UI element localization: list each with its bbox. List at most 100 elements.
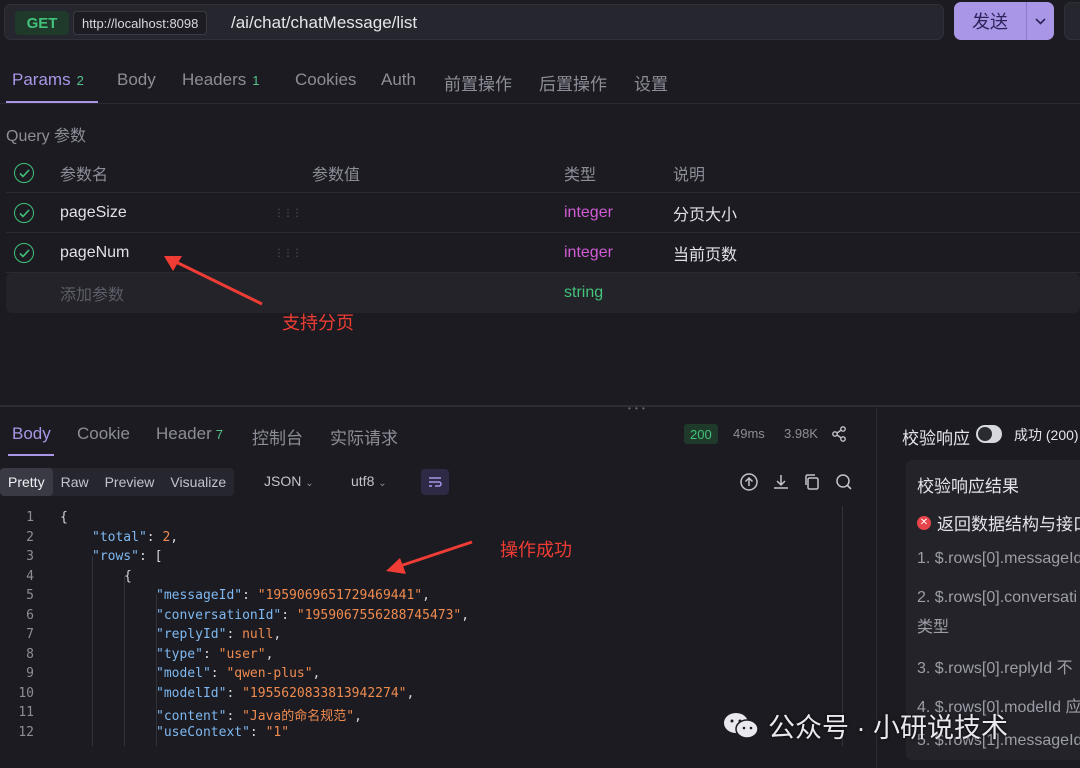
line-number: 11	[18, 705, 34, 720]
code-token: "1955620833813942274"	[242, 685, 407, 701]
code-token: "useContext"	[156, 724, 250, 740]
tab-label: Auth	[381, 70, 416, 89]
format-pretty[interactable]: Pretty	[0, 468, 53, 496]
column-header: 说明	[673, 167, 706, 184]
indent-guide	[124, 576, 125, 746]
validation-toggle[interactable]	[976, 425, 1002, 443]
param-enabled-checkbox[interactable]	[14, 243, 34, 263]
code-token: "user"	[218, 646, 266, 662]
code-line: "modelId": "1955620833813942274",	[156, 686, 414, 701]
encoding-select[interactable]: utf8 ⌄	[351, 473, 387, 489]
validation-item: 2. $.rows[0].conversati	[917, 589, 1078, 606]
panel-divider[interactable]	[0, 405, 1080, 407]
send-button[interactable]: 发送	[954, 2, 1054, 40]
save-button[interactable]	[1064, 2, 1080, 40]
line-number: 7	[26, 627, 34, 642]
tab-label: Headers	[182, 70, 247, 89]
code-token: ,	[461, 607, 470, 623]
method-select[interactable]: GET	[15, 11, 69, 35]
param-name[interactable]: pageNum	[60, 233, 129, 273]
code-token: "type"	[156, 646, 203, 662]
share-icon[interactable]	[831, 426, 847, 442]
line-number: 5	[26, 588, 34, 603]
response-tab-body[interactable]: Body	[12, 424, 51, 444]
url-bar[interactable]: GET http://localhost:8098 /ai/chat/chatM…	[4, 4, 944, 40]
tab-count: 1	[252, 73, 260, 88]
chevron-down-icon[interactable]	[1026, 2, 1054, 40]
indent-guide	[92, 556, 93, 746]
path-input[interactable]: /ai/chat/chatMessage/list	[231, 13, 417, 33]
validation-item: 类型	[917, 619, 950, 636]
code-token: :	[226, 709, 243, 724]
drag-handle-icon[interactable]: ⋮⋮⋮	[274, 233, 302, 273]
toggle-knob	[978, 427, 992, 441]
tab-label: Params	[12, 70, 71, 89]
tab-cookies[interactable]: Cookies	[295, 70, 356, 90]
tab-auth[interactable]: Auth	[381, 70, 416, 90]
code-token: "rows"	[92, 549, 139, 564]
format-raw[interactable]: Raw	[53, 468, 97, 496]
format-preview[interactable]: Preview	[97, 468, 163, 496]
add-param-input[interactable]: 添加参数	[60, 273, 124, 313]
view-format-tabs: Pretty Raw Preview Visualize	[0, 468, 235, 496]
code-token: "1"	[265, 724, 290, 740]
format-visualize[interactable]: Visualize	[162, 468, 234, 496]
line-number: 2	[26, 529, 34, 545]
code-token: "1959067556288745473"	[296, 607, 462, 623]
select-all-checkbox[interactable]	[14, 163, 34, 183]
response-tab-console[interactable]: 控制台	[252, 424, 303, 449]
tab-pre-request[interactable]: 前置操作	[444, 70, 512, 95]
upload-icon[interactable]	[739, 472, 759, 492]
validation-item: 3. $.rows[0].replyId 不	[917, 660, 1073, 677]
active-tab-indicator	[8, 454, 54, 456]
code-token: :	[210, 666, 227, 681]
param-type[interactable]: string	[564, 273, 603, 313]
code-line: {	[124, 569, 132, 584]
param-description[interactable]: 当前页数	[673, 233, 737, 273]
param-name[interactable]: pageSize	[60, 193, 127, 233]
response-tab-actual-request[interactable]: 实际请求	[330, 424, 398, 449]
wrap-icon	[429, 477, 442, 487]
search-icon[interactable]	[834, 472, 854, 492]
column-header: 参数值	[312, 167, 361, 184]
tab-params[interactable]: Params 2	[12, 70, 84, 90]
watermark-text: 公众号 · 小研说技术	[768, 713, 1008, 743]
code-line: "replyId": null,	[156, 627, 281, 642]
resize-grip-icon[interactable]: • • •	[628, 404, 646, 413]
response-tab-header[interactable]: Header 7	[156, 424, 223, 444]
status-badge: 200	[684, 424, 718, 444]
param-description[interactable]: 分页大小	[673, 193, 737, 233]
code-token: "modelId"	[156, 685, 227, 701]
language-select[interactable]: JSON ⌄	[264, 473, 314, 489]
tab-post-request[interactable]: 后置操作	[539, 70, 607, 95]
tab-label: Body	[12, 424, 51, 443]
code-token: ,	[265, 646, 274, 662]
tab-settings[interactable]: 设置	[634, 70, 668, 95]
drag-handle-icon[interactable]: ⋮⋮⋮	[274, 193, 302, 233]
code-token: "messageId"	[156, 588, 243, 603]
annotation-success: 操作成功	[500, 540, 572, 560]
word-wrap-toggle[interactable]	[421, 469, 449, 495]
code-token: :	[226, 685, 243, 701]
tab-label: Cookie	[77, 424, 130, 443]
tab-headers[interactable]: Headers 1	[182, 70, 260, 90]
code-token: :	[202, 646, 219, 662]
param-enabled-checkbox[interactable]	[14, 203, 34, 223]
code-token: :	[249, 724, 266, 740]
code-token: ,	[312, 666, 321, 681]
download-icon[interactable]	[771, 472, 791, 492]
copy-icon[interactable]	[802, 472, 822, 492]
param-type[interactable]: integer	[564, 233, 613, 273]
host-field[interactable]: http://localhost:8098	[73, 11, 208, 35]
code-line: "model": "qwen-plus",	[156, 666, 320, 681]
tab-body[interactable]: Body	[117, 70, 156, 90]
line-number: 8	[26, 646, 34, 662]
response-tab-cookie[interactable]: Cookie	[77, 424, 130, 444]
params-header-row: 参数名 参数值 类型 说明	[6, 153, 1080, 193]
code-token: :	[281, 607, 297, 623]
encoding-value: utf8	[351, 473, 375, 489]
validation-item: 1. $.rows[0].messageId	[917, 550, 1080, 567]
annotation-arrow-icon	[386, 540, 473, 574]
annotation-pagination: 支持分页	[282, 313, 354, 333]
param-type[interactable]: integer	[564, 193, 613, 233]
